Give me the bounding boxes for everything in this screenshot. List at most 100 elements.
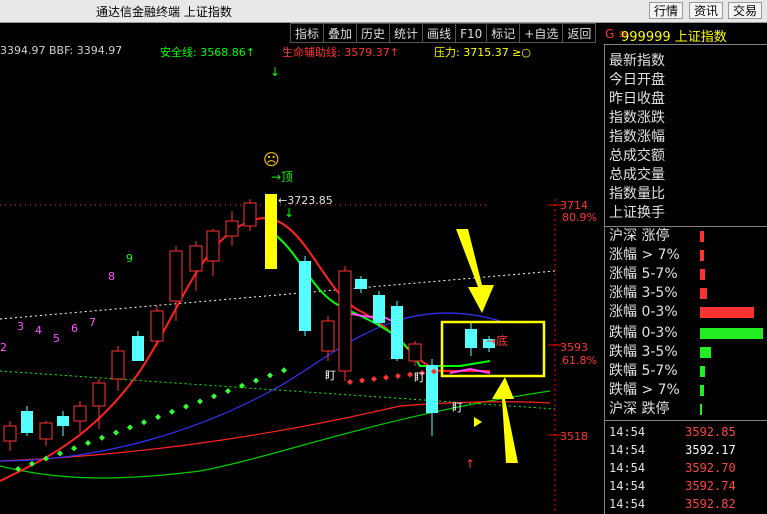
dist-label: 涨幅 5-7% xyxy=(609,266,678,282)
candle-body xyxy=(408,343,422,362)
axis-label-61.8: 61.8% xyxy=(562,354,597,367)
candle-body xyxy=(321,320,335,352)
signal-diamond xyxy=(127,424,133,431)
candle-body xyxy=(225,220,239,237)
indicator-bbf: 3394.97 BBF: 3394.97 xyxy=(0,44,123,57)
signal-diamond xyxy=(57,450,63,457)
kline-chart[interactable]: ↓ ↓ ☹ →顶 ←3723.85 →底 ↑ 盯 盯 盯 2 3 4 5 6 7… xyxy=(0,61,604,514)
count-4: 4 xyxy=(35,324,42,337)
signal-diamond-red xyxy=(383,374,389,381)
dist-bar xyxy=(700,250,704,261)
dist-label: 沪深 涨停 xyxy=(609,228,670,244)
signal-diamond xyxy=(197,398,203,405)
indicator-safe-line: 安全线: 3568.86↑ xyxy=(160,46,255,59)
yellow-arrow-down xyxy=(456,229,494,313)
yellow-signal-bar xyxy=(265,194,277,269)
trade-button[interactable]: 交易 xyxy=(728,2,763,19)
tick-time: 14:54 xyxy=(609,425,646,439)
axis-label-80.9: 80.9% xyxy=(562,211,597,224)
top-label: →顶 xyxy=(271,170,293,184)
signal-diamond xyxy=(225,388,231,394)
signal-diamond xyxy=(211,393,217,400)
signal-diamond xyxy=(169,408,175,415)
signal-diamond xyxy=(113,429,119,436)
signal-diamond xyxy=(183,403,189,410)
indicator-pressure: 压力: 3715.37 ≥○ xyxy=(434,46,532,59)
tick-time: 14:54 xyxy=(609,479,646,493)
tool-back[interactable]: 返回 xyxy=(562,23,597,43)
candle-body xyxy=(189,245,203,272)
dist-bar xyxy=(700,307,754,318)
candle-body xyxy=(3,425,17,442)
dist-bar xyxy=(700,269,705,280)
candle-body xyxy=(206,230,220,262)
dist-bar xyxy=(700,366,705,377)
count-7: 7 xyxy=(89,316,96,329)
candle-body xyxy=(338,270,352,372)
dist-label: 跌幅 3-5% xyxy=(609,344,678,360)
ding-label-3: 盯 xyxy=(452,401,463,414)
candle-body xyxy=(243,202,257,227)
upper-trend-line xyxy=(0,270,556,320)
quote-label: 昨日收盘 xyxy=(609,91,665,107)
quote-label: 总成交量 xyxy=(609,167,665,183)
dist-label: 沪深 跌停 xyxy=(609,401,670,417)
signal-diamond xyxy=(99,434,105,441)
candle-body xyxy=(111,350,125,380)
candle-body xyxy=(169,250,183,302)
ding-label-2: 盯 xyxy=(414,371,425,384)
signal-diamond-red xyxy=(407,371,413,378)
down-arrow-mid: ↓ xyxy=(284,206,294,220)
dist-bar xyxy=(700,288,707,299)
candle-body xyxy=(373,295,385,323)
dist-bar xyxy=(700,404,702,415)
yellow-triangle-marker xyxy=(474,417,482,427)
yellow-arrow-up xyxy=(492,377,518,463)
count-2: 2 xyxy=(0,341,7,354)
quote-label: 指数涨跌 xyxy=(609,110,665,126)
tool-stats[interactable]: 统计 xyxy=(389,23,424,43)
tick-time: 14:54 xyxy=(609,461,646,475)
ding-label-1: 盯 xyxy=(325,369,336,382)
dist-label: 涨幅 0-3% xyxy=(609,304,678,320)
signal-diamond xyxy=(253,377,259,384)
tick-price: 3592.17 xyxy=(685,443,736,457)
tool-draw[interactable]: 画线 xyxy=(422,23,457,43)
tick-time: 14:54 xyxy=(609,497,646,511)
sad-face-icon: ☹ xyxy=(263,150,280,169)
tool-overlay[interactable]: 叠加 xyxy=(323,23,358,43)
title-bar: 通达信金融终端 上证指数 行情 资讯 交易 xyxy=(0,0,767,23)
tick-price: 3592.70 xyxy=(685,461,736,475)
news-button[interactable]: 资讯 xyxy=(689,2,724,19)
tool-mark[interactable]: 标记 xyxy=(486,23,521,43)
down-arrow-top: ↓ xyxy=(270,65,280,79)
tool-add-watchlist[interactable]: +自选 xyxy=(519,23,564,43)
tool-indicator[interactable]: 指标 xyxy=(290,23,325,43)
signal-diamond xyxy=(267,372,273,379)
axis-label-3518: 3518 xyxy=(560,430,588,443)
dist-bar xyxy=(700,347,711,358)
signal-diamond xyxy=(85,440,91,446)
signal-diamond-red xyxy=(371,376,377,382)
tick-time: 14:54 xyxy=(609,443,646,457)
tick-row: 14:54 3592.85 xyxy=(609,423,736,441)
tick-price: 3592.82 xyxy=(685,497,736,511)
tick-row: 14:54 3592.70 xyxy=(609,459,736,477)
market-button[interactable]: 行情 xyxy=(649,2,684,19)
quote-label: 指数涨幅 xyxy=(609,129,665,145)
tick-price: 3592.74 xyxy=(685,479,736,493)
quote-label: 今日开盘 xyxy=(609,72,665,88)
tool-history[interactable]: 历史 xyxy=(356,23,391,43)
dist-bar xyxy=(700,385,704,396)
count-6: 6 xyxy=(71,322,78,335)
tick-price: 3592.85 xyxy=(685,425,736,439)
stock-code-title: 999999 上证指数 xyxy=(621,30,727,45)
quote-label: 指数量比 xyxy=(609,186,665,202)
tool-f10[interactable]: F10 xyxy=(455,23,488,43)
up-arrow-red: ↑ xyxy=(465,457,475,471)
quote-label: 总成交额 xyxy=(609,148,665,164)
candle-body xyxy=(57,416,69,426)
candle-body xyxy=(132,336,144,361)
signal-diamond xyxy=(71,445,77,452)
tick-row: 14:54 3592.74 xyxy=(609,477,736,495)
